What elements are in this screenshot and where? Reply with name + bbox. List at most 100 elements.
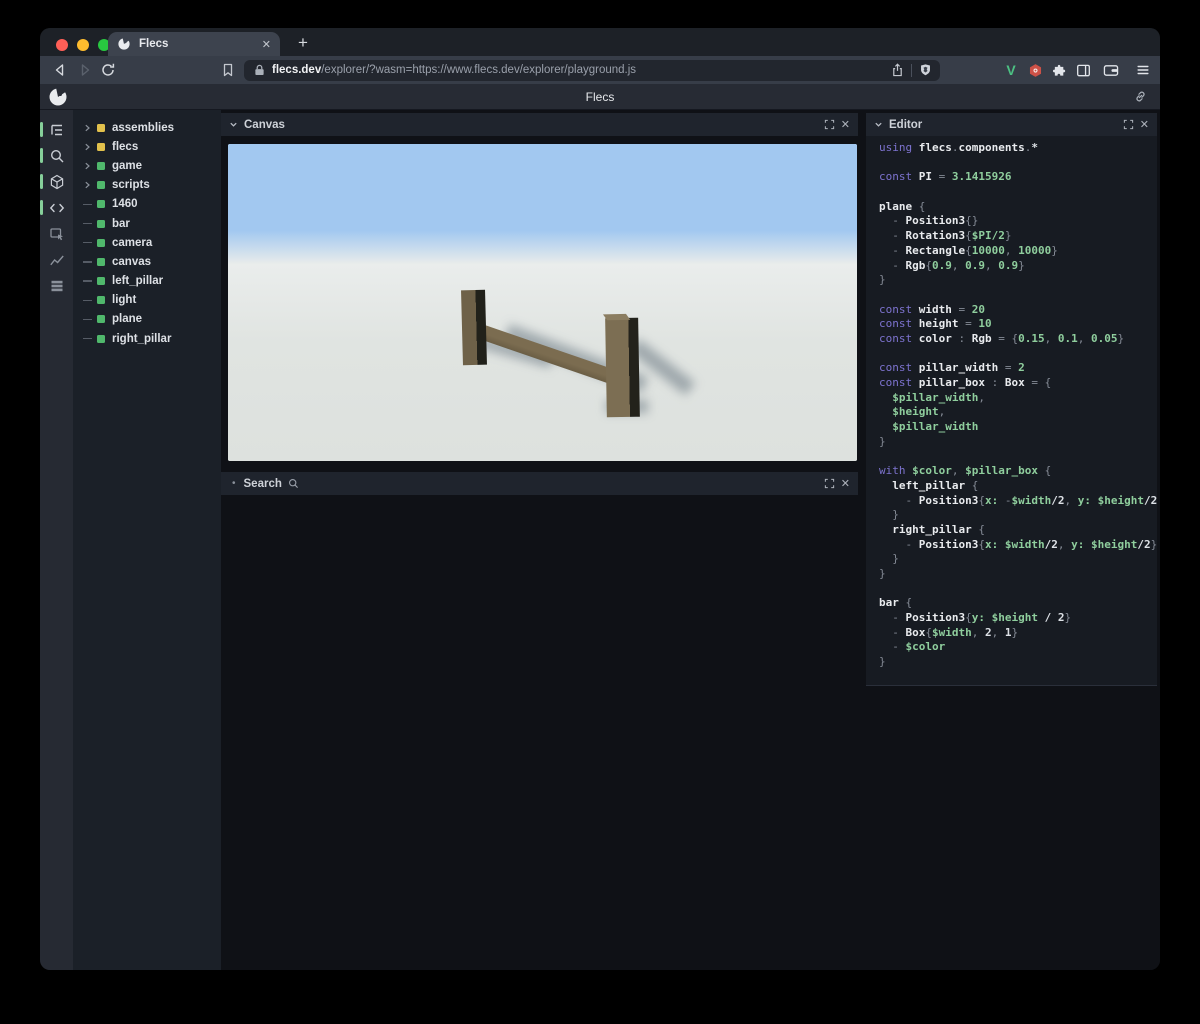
entity-label: bar: [112, 217, 130, 230]
code-line: - Rotation3{$PI/2}: [879, 229, 1012, 243]
forward-button[interactable]: [77, 62, 93, 78]
minimize-window-button[interactable]: [77, 39, 89, 51]
fullscreen-icon[interactable]: [824, 119, 835, 130]
leaf-dash-icon: [83, 261, 97, 263]
tree-item-1460[interactable]: 1460: [73, 195, 221, 214]
code-line: - Position3{x: $width/2, y: $height/2}: [879, 537, 1157, 551]
code-editor[interactable]: using flecs.components.* const PI = 3.14…: [866, 136, 1157, 686]
entity-label: left_pillar: [112, 275, 164, 288]
window-controls: [56, 39, 110, 51]
tool-chart-icon[interactable]: [40, 247, 73, 273]
code-line: $pillar_width,: [879, 390, 985, 404]
tree-item-left_pillar[interactable]: left_pillar: [73, 272, 221, 291]
url-bar[interactable]: flecs.dev/explorer/?wasm=https://www.fle…: [244, 59, 940, 81]
tool-search-icon[interactable]: [40, 143, 73, 169]
chevron-down-icon[interactable]: [874, 120, 883, 129]
tab-title: Flecs: [139, 38, 169, 50]
tree-item-assemblies[interactable]: assemblies: [73, 118, 221, 137]
expand-chevron-icon[interactable]: [83, 143, 97, 151]
tree-item-canvas[interactable]: canvas: [73, 252, 221, 271]
entity-color-square: [97, 219, 105, 228]
extensions-puzzle-icon[interactable]: [1050, 61, 1068, 79]
chart-icon: [49, 255, 64, 266]
tree-icon: [50, 124, 62, 136]
close-window-button[interactable]: [56, 39, 68, 51]
tool-select-icon[interactable]: [40, 221, 73, 247]
close-icon[interactable]: ✕: [841, 118, 850, 131]
browser-window: Flecs ✕ + flecs.dev/explorer/?wasm=https…: [40, 28, 1160, 970]
code-line: }: [879, 273, 886, 287]
brave-shield-icon[interactable]: [919, 63, 932, 77]
tab-close-icon[interactable]: ✕: [262, 38, 271, 51]
hexagon-extension-icon[interactable]: [1026, 61, 1044, 79]
entity-color-square: [97, 123, 105, 132]
tree-item-light[interactable]: light: [73, 291, 221, 310]
browser-tab[interactable]: Flecs ✕: [108, 32, 280, 56]
code-line: $pillar_width: [879, 420, 979, 434]
code-content: using flecs.components.* const PI = 3.14…: [866, 136, 1157, 670]
scene-right-pillar: [605, 317, 640, 418]
leaf-dash-icon: [83, 241, 97, 244]
entity-color-square: [97, 296, 105, 305]
wallet-icon[interactable]: [1102, 61, 1120, 79]
editor-panel-header[interactable]: Editor ✕: [866, 113, 1157, 136]
main-area: Canvas ✕ • Search ✕ Editor ✕ using flecs…: [221, 110, 1160, 970]
code-line: }: [879, 434, 886, 448]
entity-label: canvas: [112, 255, 152, 268]
entity-label: plane: [112, 313, 143, 326]
tool-sidebar: [40, 110, 73, 970]
tree-item-right_pillar[interactable]: right_pillar: [73, 329, 221, 348]
reload-button[interactable]: [100, 62, 116, 78]
entity-label: light: [112, 294, 137, 307]
leaf-dash-icon: [83, 318, 97, 321]
active-indicator: [40, 174, 43, 189]
chevron-down-icon[interactable]: [229, 120, 238, 129]
code-line: }: [879, 508, 899, 522]
canvas-panel-header[interactable]: Canvas ✕: [221, 113, 858, 136]
entity-color-square: [97, 334, 105, 343]
expand-chevron-icon[interactable]: [83, 181, 97, 189]
code-line: right_pillar {: [879, 522, 985, 536]
expand-chevron-icon[interactable]: [83, 124, 97, 132]
share-link-icon[interactable]: [1133, 89, 1148, 109]
back-button[interactable]: [52, 62, 68, 78]
search-panel-header[interactable]: • Search ✕: [221, 472, 858, 495]
fullscreen-icon[interactable]: [1123, 119, 1134, 130]
sidebar-toggle-icon[interactable]: [1074, 61, 1092, 79]
bookmark-icon[interactable]: [220, 62, 236, 78]
tool-cube-icon[interactable]: [40, 169, 73, 195]
tree-item-flecs[interactable]: flecs: [73, 137, 221, 156]
code-line: const pillar_box : Box = {: [879, 376, 1052, 389]
code-line: const pillar_width = 2: [879, 361, 1025, 375]
code-line: const height = 10: [879, 317, 992, 331]
entity-color-square: [97, 161, 105, 170]
code-line: - Position3{y: $height / 2}: [879, 611, 1072, 624]
active-indicator: [40, 122, 43, 137]
new-tab-button[interactable]: +: [290, 31, 316, 55]
scene-sky: [228, 144, 857, 264]
close-icon[interactable]: ✕: [1140, 118, 1149, 131]
entity-label: camera: [112, 236, 153, 249]
tree-item-camera[interactable]: camera: [73, 233, 221, 252]
tool-rows-icon[interactable]: [40, 273, 73, 299]
tree-item-scripts[interactable]: scripts: [73, 176, 221, 195]
leaf-dash-icon: [83, 280, 97, 282]
app-header: Flecs: [40, 84, 1160, 110]
menu-icon[interactable]: [1134, 61, 1152, 79]
code-line: - Rgb{0.9, 0.9, 0.9}: [879, 258, 1025, 272]
expand-chevron-icon[interactable]: [83, 162, 97, 170]
fullscreen-icon[interactable]: [824, 478, 835, 489]
share-icon[interactable]: [891, 63, 904, 77]
tree-item-game[interactable]: game: [73, 156, 221, 175]
tool-tree-icon[interactable]: [40, 117, 73, 143]
app-body: assemblies flecs game scripts 1460 bar camera c…: [40, 110, 1160, 970]
canvas-3d-viewport[interactable]: [228, 144, 857, 461]
tree-item-bar[interactable]: bar: [73, 214, 221, 233]
url-text: flecs.dev/explorer/?wasm=https://www.fle…: [272, 64, 636, 76]
search-icon: [50, 149, 63, 163]
tree-item-plane[interactable]: plane: [73, 310, 221, 329]
tool-code-icon[interactable]: [40, 195, 73, 221]
v-extension-icon[interactable]: V: [1002, 61, 1020, 79]
close-icon[interactable]: ✕: [841, 477, 850, 490]
code-line: - Box{$width, 2, 1}: [879, 625, 1019, 639]
